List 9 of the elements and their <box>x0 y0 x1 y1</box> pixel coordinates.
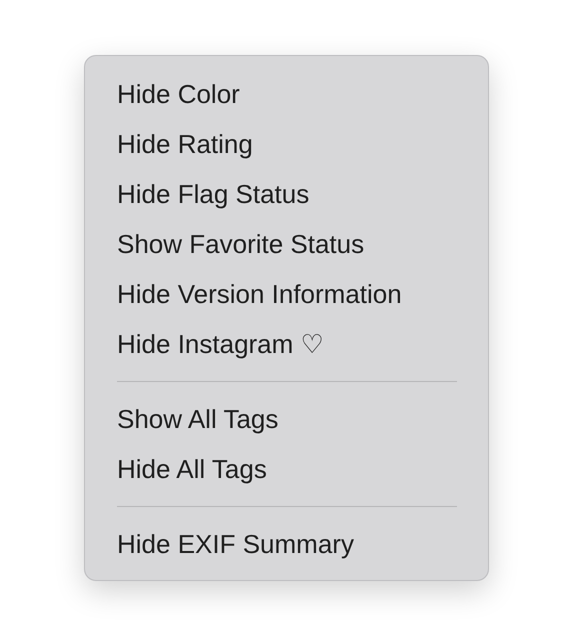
menu-item[interactable]: Hide Instagram ♡ <box>85 319 488 369</box>
menu-item[interactable]: Hide Flag Status <box>85 169 488 219</box>
menu-item[interactable]: Hide EXIF Summary <box>85 519 488 569</box>
menu-item[interactable]: Hide Color <box>85 69 488 119</box>
menu-item[interactable]: Hide Rating <box>85 119 488 169</box>
menu-item[interactable]: Show Favorite Status <box>85 219 488 269</box>
menu-item[interactable]: Show All Tags <box>85 394 488 444</box>
menu-item[interactable]: Hide All Tags <box>85 444 488 494</box>
menu-item[interactable]: Hide Version Information <box>85 269 488 319</box>
